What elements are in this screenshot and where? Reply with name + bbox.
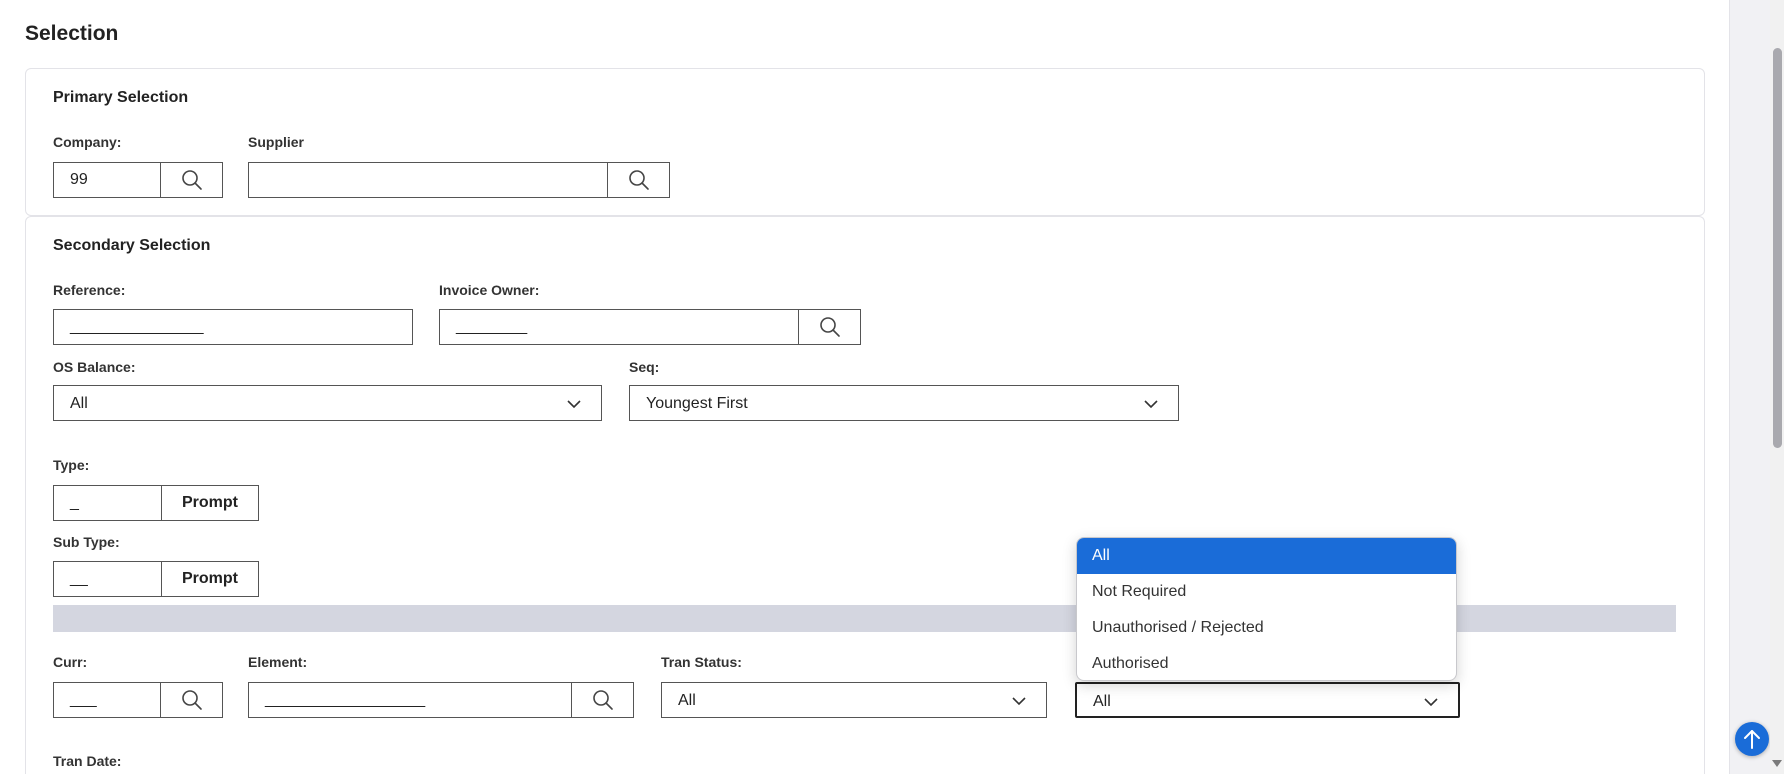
company-input[interactable]: 99: [54, 163, 160, 197]
element-label: Element:: [248, 654, 308, 670]
chevron-down-icon: [1424, 698, 1438, 707]
chevron-down-icon: [567, 400, 581, 409]
primary-selection-panel: Primary Selection Company: 99 Supplier: [25, 68, 1705, 216]
tran-status-select[interactable]: All: [661, 682, 1047, 718]
tran-date-label: Tran Date:: [53, 753, 122, 769]
search-icon: [628, 170, 649, 190]
scroll-to-top-button[interactable]: [1735, 722, 1769, 756]
primary-selection-title: Primary Selection: [53, 89, 189, 106]
os-balance-value: All: [70, 395, 88, 412]
selection-page: Selection Primary Selection Company: 99 …: [0, 0, 1730, 774]
search-icon: [819, 317, 840, 337]
search-icon: [181, 170, 202, 190]
os-balance-label: OS Balance:: [53, 359, 136, 375]
dropdown-option-authorised[interactable]: Authorised: [1077, 646, 1456, 680]
seq-select[interactable]: Youngest First: [629, 385, 1179, 421]
reference-input[interactable]: _______________: [54, 310, 412, 344]
reference-field: _______________: [53, 309, 413, 345]
invoice-owner-label: Invoice Owner:: [439, 282, 540, 298]
tran-status-label: Tran Status:: [661, 654, 742, 670]
supplier-field: [248, 162, 670, 198]
vertical-scrollbar[interactable]: [1770, 0, 1784, 774]
secondary-selection-title: Secondary Selection: [53, 237, 211, 254]
type-label: Type:: [53, 457, 90, 473]
dropdown-option-unauthorised-rejected[interactable]: Unauthorised / Rejected: [1077, 610, 1456, 646]
element-search-button[interactable]: [571, 683, 633, 717]
auth-status-dropdown-list: All Not Required Unauthorised / Rejected…: [1076, 537, 1457, 681]
os-balance-select[interactable]: All: [53, 385, 602, 421]
scrollbar-thumb[interactable]: [1773, 48, 1782, 448]
curr-search-button[interactable]: [160, 683, 222, 717]
company-field: 99: [53, 162, 223, 198]
dropdown-option-all[interactable]: All: [1077, 538, 1456, 574]
secondary-selection-panel: Secondary Selection Reference: _________…: [25, 216, 1705, 774]
search-icon: [592, 690, 613, 710]
sub-type-prompt-button[interactable]: Prompt: [161, 562, 258, 596]
type-field: _ Prompt: [53, 485, 259, 521]
tran-status-value: All: [678, 692, 696, 709]
search-icon: [181, 690, 202, 710]
supplier-label: Supplier: [248, 134, 305, 150]
seq-value: Youngest First: [646, 395, 748, 412]
scroll-down-arrow-icon[interactable]: [1772, 760, 1782, 767]
invoice-owner-field: ________: [439, 309, 861, 345]
auth-status-select[interactable]: All: [1075, 682, 1460, 718]
type-input[interactable]: _: [54, 486, 161, 520]
arrow-up-icon: [1744, 730, 1760, 749]
company-label: Company:: [53, 134, 122, 150]
invoice-owner-input[interactable]: ________: [440, 310, 798, 344]
seq-label: Seq:: [629, 359, 660, 375]
sub-type-field: __ Prompt: [53, 561, 259, 597]
reference-label: Reference:: [53, 282, 126, 298]
supplier-search-button[interactable]: [607, 163, 669, 197]
type-prompt-button[interactable]: Prompt: [161, 486, 258, 520]
curr-label: Curr:: [53, 654, 88, 670]
invoice-owner-search-button[interactable]: [798, 310, 860, 344]
company-search-button[interactable]: [160, 163, 222, 197]
right-gutter: [1730, 0, 1770, 774]
chevron-down-icon: [1144, 400, 1158, 409]
curr-field: ___: [53, 682, 223, 718]
sub-type-input[interactable]: __: [54, 562, 161, 596]
page-title: Selection: [25, 22, 119, 45]
chevron-down-icon: [1012, 697, 1026, 706]
curr-input[interactable]: ___: [54, 683, 160, 717]
element-input[interactable]: __________________: [249, 683, 571, 717]
element-field: __________________: [248, 682, 634, 718]
dropdown-option-not-required[interactable]: Not Required: [1077, 574, 1456, 610]
auth-status-value: All: [1093, 693, 1111, 710]
supplier-input[interactable]: [249, 163, 607, 197]
sub-type-label: Sub Type:: [53, 534, 120, 550]
